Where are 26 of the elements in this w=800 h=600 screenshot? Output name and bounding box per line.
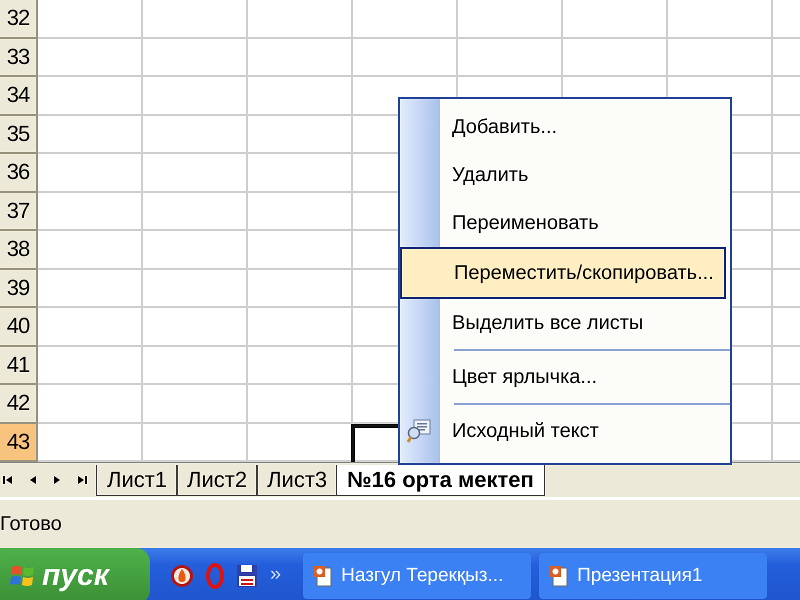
menu-item[interactable]: Переименовать: [400, 199, 730, 247]
menu-item[interactable]: Выделить все листы: [400, 299, 730, 347]
menu-item[interactable]: Переместить/скопировать...: [400, 247, 726, 299]
row-header[interactable]: 32: [0, 0, 38, 38]
overflow-chevron[interactable]: »: [270, 563, 282, 586]
row-header[interactable]: 41: [0, 346, 38, 385]
row-header[interactable]: 35: [0, 116, 38, 154]
taskbar-button[interactable]: Презентация1: [539, 553, 768, 599]
row-header[interactable]: 34: [0, 77, 38, 116]
sheet-tab[interactable]: Лист1: [96, 464, 178, 496]
row-header[interactable]: 43: [0, 424, 38, 462]
sheet-tab[interactable]: Лист2: [176, 464, 258, 496]
row-header[interactable]: 33: [0, 38, 38, 77]
taskbar-button[interactable]: Назгул Терекқыз...: [303, 553, 532, 599]
row-header[interactable]: 40: [0, 308, 38, 346]
sheet-tab[interactable]: №16 орта мектеп: [336, 464, 545, 496]
status-text: Готово: [0, 512, 62, 536]
menu-item[interactable]: Исходный текст: [400, 407, 730, 455]
row-header[interactable]: 36: [0, 154, 38, 192]
row-header[interactable]: 38: [0, 231, 38, 270]
menu-item[interactable]: Удалить: [400, 151, 730, 199]
row-header[interactable]: 37: [0, 192, 38, 231]
menu-item[interactable]: Цвет ярлычка...: [400, 353, 730, 401]
menu-item[interactable]: Добавить...: [400, 103, 730, 151]
row-header[interactable]: 42: [0, 385, 38, 424]
row-header[interactable]: 39: [0, 270, 38, 308]
